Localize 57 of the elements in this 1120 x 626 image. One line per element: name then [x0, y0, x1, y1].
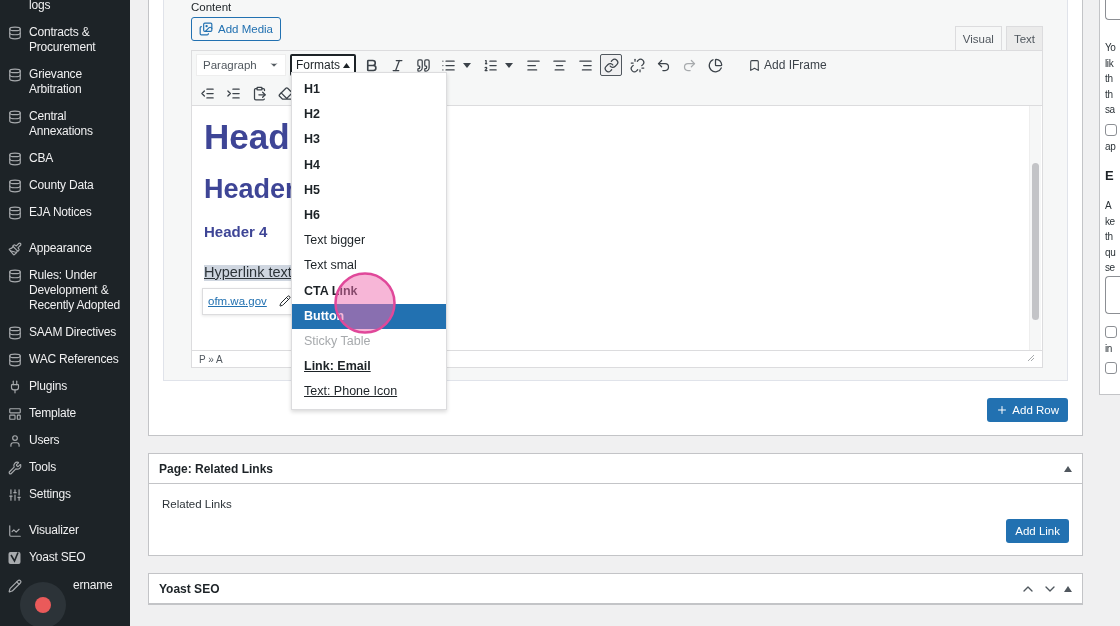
panel-text: th — [1105, 72, 1113, 86]
menu-item[interactable]: Link: Email — [292, 354, 446, 380]
sidebar-item[interactable]: Plugins — [0, 373, 130, 400]
sidebar-item[interactable]: Users — [0, 427, 130, 454]
sidebar-item[interactable]: Grievance Arbitration — [0, 61, 130, 103]
sidebar-item[interactable]: WAC References — [0, 346, 130, 373]
section-heading: E — [1105, 168, 1114, 183]
menu-item[interactable]: H6 — [292, 202, 446, 229]
sidebar-item[interactable]: ername — [0, 572, 130, 599]
editor-tab[interactable]: Visual — [954, 26, 1002, 50]
menu-item[interactable]: Text: Phone Icon — [292, 379, 446, 405]
sidebar-item[interactable]: SAAM Directives — [0, 319, 130, 346]
menu-item[interactable]: Text bigger — [292, 228, 446, 254]
panel-text: Yo — [1105, 41, 1116, 55]
menu-item[interactable]: H3 — [292, 127, 446, 153]
panel-text: th — [1105, 230, 1113, 244]
paragraph-select[interactable]: Paragraph — [196, 54, 286, 76]
hyperlink-text: Hyperlink text — [204, 264, 292, 281]
panel-text: th — [1105, 87, 1113, 102]
panel-text: in — [1105, 341, 1112, 356]
add-row-button[interactable]: Add Row — [987, 398, 1068, 422]
add-iframe-button[interactable]: Add IFrame — [742, 54, 833, 76]
panel-text: se — [1105, 261, 1115, 275]
sidebar-item[interactable]: Contracts & Procurement — [0, 19, 130, 61]
sidebar-item[interactable]: Template — [0, 400, 130, 427]
heading-text: Head — [204, 118, 290, 157]
sidebar-item[interactable]: Yoast SEO — [0, 544, 130, 572]
panel-text: ke — [1105, 214, 1115, 229]
card-title: Page: Related Links — [159, 461, 274, 476]
panel-text: sa — [1105, 103, 1115, 117]
sidebar-item[interactable]: Central Annexations — [0, 103, 130, 145]
panel-text: qu — [1105, 245, 1116, 260]
add-media-button[interactable]: Add Media — [191, 17, 281, 41]
sidebar-item[interactable]: Tools — [0, 454, 130, 481]
editor-tab[interactable]: Text — [1005, 26, 1043, 50]
content-label: Content — [191, 0, 233, 14]
add-link-button[interactable]: Add Link — [1006, 519, 1069, 543]
sidebar-item[interactable]: Visualizer — [0, 517, 130, 544]
link-url[interactable]: ofm.wa.gov — [208, 295, 267, 308]
menu-item[interactable]: Text smal — [292, 253, 446, 279]
sidebar-item[interactable]: County Data — [0, 172, 130, 199]
menu-item[interactable]: CTA Link — [292, 278, 446, 304]
panel-text: A — [1105, 199, 1112, 213]
panel-text: lik — [1105, 56, 1114, 71]
sidebar-item[interactable]: CBA — [0, 145, 130, 172]
heading-text: Header 4 — [204, 224, 268, 241]
sidebar-item[interactable]: logs — [0, 0, 130, 19]
panel-text: ap — [1105, 139, 1116, 154]
card-title: Yoast SEO — [159, 581, 220, 596]
sidebar-item[interactable]: EJA Notices — [0, 199, 130, 226]
menu-item[interactable]: H2 — [292, 102, 446, 128]
field-label: Related Links — [162, 498, 233, 510]
sidebar-item[interactable]: Rules: Under Development & Recently Adopted — [0, 262, 130, 319]
sidebar-item[interactable]: Settings — [0, 481, 130, 508]
sidebar-item[interactable]: Appearance — [0, 235, 130, 262]
menu-item[interactable]: H1 — [292, 77, 446, 103]
element-path: P » A — [199, 354, 223, 364]
